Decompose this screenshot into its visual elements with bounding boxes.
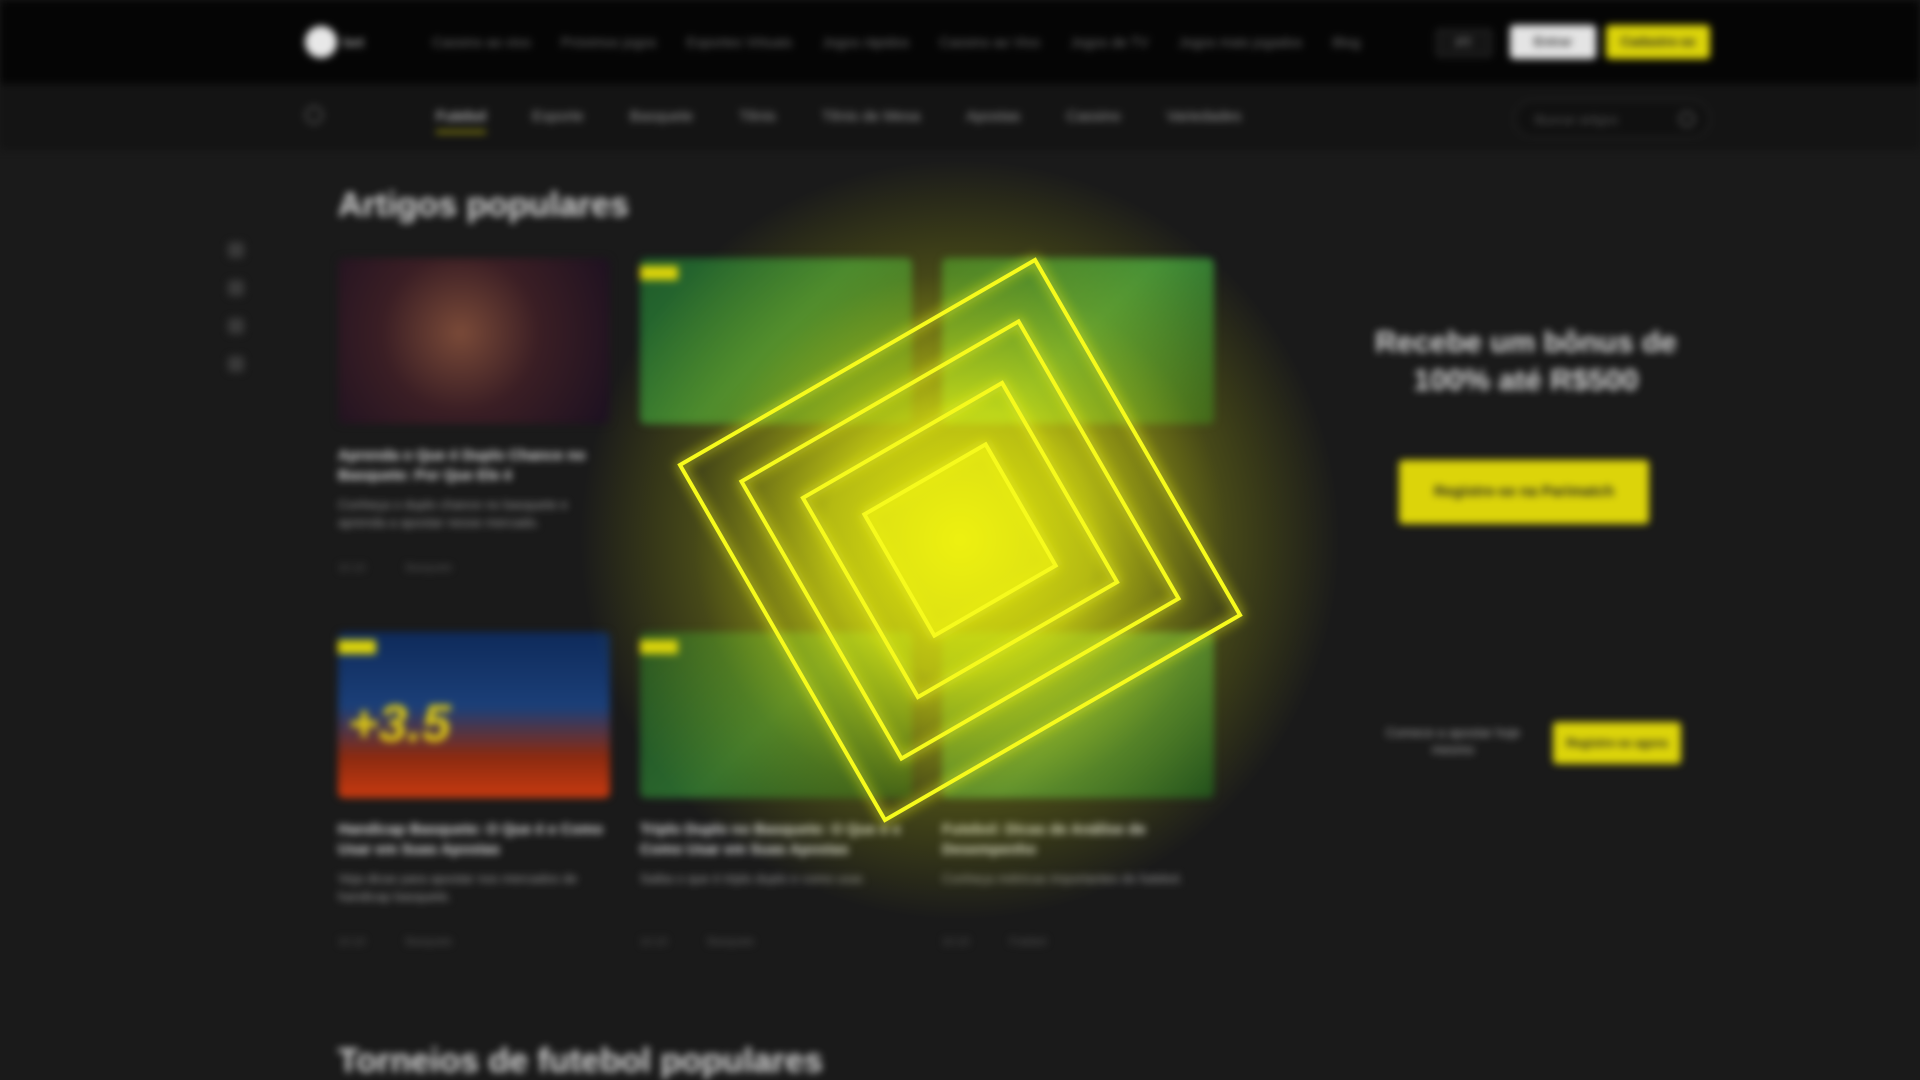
category-tab[interactable]: Tênis bbox=[739, 108, 776, 133]
category-tab[interactable]: Variedades bbox=[1167, 108, 1242, 133]
article-meta: 10.10 Basquete bbox=[338, 562, 610, 574]
article-title[interactable]: Futebol: Dicas de Análise de Desempenho bbox=[942, 820, 1214, 860]
search-input[interactable]: Buscar artigos bbox=[1514, 100, 1710, 138]
promo-small-text: Comece a apostar hoje mesmo bbox=[1385, 725, 1521, 757]
article-meta: 10.10 Futebol bbox=[942, 936, 1214, 948]
article-card[interactable]: Triplo Duplo no Basquete: O Que é e Como… bbox=[640, 632, 912, 948]
article-date: 10.10 bbox=[640, 936, 668, 948]
top-nav-item[interactable]: Cassino ao Vivo bbox=[939, 34, 1040, 50]
register-button[interactable]: Cadastre-se bbox=[1606, 25, 1710, 59]
article-tag[interactable]: Basquete bbox=[406, 562, 452, 574]
category-tab[interactable]: Cassino bbox=[1066, 108, 1120, 133]
article-tag[interactable]: Basquete bbox=[708, 936, 754, 948]
home-icon[interactable] bbox=[305, 106, 323, 124]
article-date: 10.10 bbox=[942, 936, 970, 948]
site-background: bet Cassino ao vivo Próximos jogos Espor… bbox=[0, 0, 1920, 1080]
article-row: +3.5 Handicap Basquete: O Que é e Como U… bbox=[338, 632, 1214, 948]
link-icon[interactable] bbox=[228, 356, 244, 372]
article-title[interactable] bbox=[942, 446, 1214, 486]
login-button[interactable]: Entrar bbox=[1510, 25, 1596, 59]
top-nav-item[interactable]: Jogos rápidos bbox=[822, 34, 909, 50]
article-image bbox=[942, 632, 1214, 798]
article-tag[interactable]: Futebol bbox=[1010, 936, 1047, 948]
article-desc bbox=[942, 496, 1214, 532]
language-selector[interactable]: PT bbox=[1436, 29, 1492, 57]
article-card[interactable]: Aprenda o Que é Duplo Chance no Basquete… bbox=[338, 258, 610, 574]
article-title[interactable]: Handicap Basquete: O Que é e Como Usar e… bbox=[338, 820, 610, 860]
top-nav: Cassino ao vivo Próximos jogos Esportes … bbox=[432, 34, 1360, 50]
category-tab[interactable]: Futebol bbox=[436, 108, 487, 133]
logo-icon bbox=[305, 26, 337, 58]
badge bbox=[640, 640, 678, 654]
telegram-icon[interactable] bbox=[228, 318, 244, 334]
logo[interactable]: bet bbox=[305, 26, 364, 58]
article-row: Aprenda o Que é Duplo Chance no Basquete… bbox=[338, 258, 1214, 574]
category-tab[interactable]: Basquete bbox=[630, 108, 693, 133]
top-nav-item[interactable]: Blog bbox=[1332, 34, 1360, 50]
article-image: +3.5 bbox=[338, 632, 610, 798]
article-title[interactable]: Triplo Duplo no Basquete: O Que é e Como… bbox=[640, 820, 912, 860]
article-date: 10.10 bbox=[338, 936, 366, 948]
article-desc: Saiba o que é triplo duplo e como usar. bbox=[640, 871, 866, 886]
article-tag[interactable]: Basquete bbox=[406, 936, 452, 948]
promo-small-button[interactable]: Registre-se agora bbox=[1553, 722, 1681, 764]
category-tab[interactable]: Apostas bbox=[966, 108, 1020, 133]
logo-text: bet bbox=[343, 34, 364, 50]
twitter-icon[interactable] bbox=[228, 280, 244, 296]
article-card[interactable]: Futebol: Dicas de Análise de Desempenho … bbox=[942, 632, 1214, 948]
facebook-icon[interactable] bbox=[228, 242, 244, 258]
article-card[interactable] bbox=[640, 258, 912, 574]
category-nav: Futebol Esporte Basquete Tênis Tênis de … bbox=[436, 108, 1241, 133]
page: bet Cassino ao vivo Próximos jogos Espor… bbox=[0, 0, 1920, 1080]
article-desc: Veja dicas para apostar nos mercados de … bbox=[338, 871, 578, 904]
category-tab[interactable]: Esporte bbox=[532, 108, 584, 133]
article-card[interactable]: +3.5 Handicap Basquete: O Que é e Como U… bbox=[338, 632, 610, 948]
section-title: Torneios de futebol populares bbox=[338, 1042, 823, 1080]
section-title: Artigos populares bbox=[338, 186, 629, 224]
article-title[interactable]: Aprenda o Que é Duplo Chance no Basquete… bbox=[338, 446, 610, 486]
promo-register-button[interactable]: Registre-se na Parimatch bbox=[1399, 460, 1649, 524]
top-bar: bet Cassino ao vivo Próximos jogos Espor… bbox=[0, 0, 1920, 84]
search-icon[interactable] bbox=[1679, 111, 1695, 127]
top-nav-item[interactable]: Jogos de TV bbox=[1070, 34, 1148, 50]
article-desc: Conheça o duplo chance no basquete e apr… bbox=[338, 497, 568, 530]
article-image bbox=[640, 632, 912, 798]
badge bbox=[640, 266, 678, 280]
category-tab[interactable]: Tênis de Mesa bbox=[822, 108, 920, 133]
article-date: 10.10 bbox=[338, 562, 366, 574]
article-desc: Conheça métricas importantes do futebol. bbox=[942, 871, 1183, 886]
article-meta: 10.10 Basquete bbox=[640, 936, 912, 948]
top-nav-item[interactable]: Esportes Virtuais bbox=[687, 34, 793, 50]
search-placeholder: Buscar artigos bbox=[1535, 112, 1619, 127]
article-card[interactable] bbox=[942, 258, 1214, 574]
article-meta: 10.10 Basquete bbox=[338, 936, 610, 948]
top-nav-item[interactable]: Próximos jogos bbox=[561, 34, 657, 50]
article-image bbox=[942, 258, 1214, 424]
top-nav-item[interactable]: Jogos mais jogados bbox=[1179, 34, 1303, 50]
top-nav-item[interactable]: Cassino ao vivo bbox=[432, 34, 531, 50]
badge bbox=[338, 640, 376, 654]
promo-headline: Recebe um bônus de 100% até R$500 bbox=[1375, 326, 1677, 397]
article-title[interactable] bbox=[640, 446, 912, 486]
article-image bbox=[338, 258, 610, 424]
article-desc bbox=[640, 496, 912, 532]
image-number: +3.5 bbox=[348, 695, 451, 753]
share-bar bbox=[228, 242, 244, 372]
article-image bbox=[640, 258, 912, 424]
